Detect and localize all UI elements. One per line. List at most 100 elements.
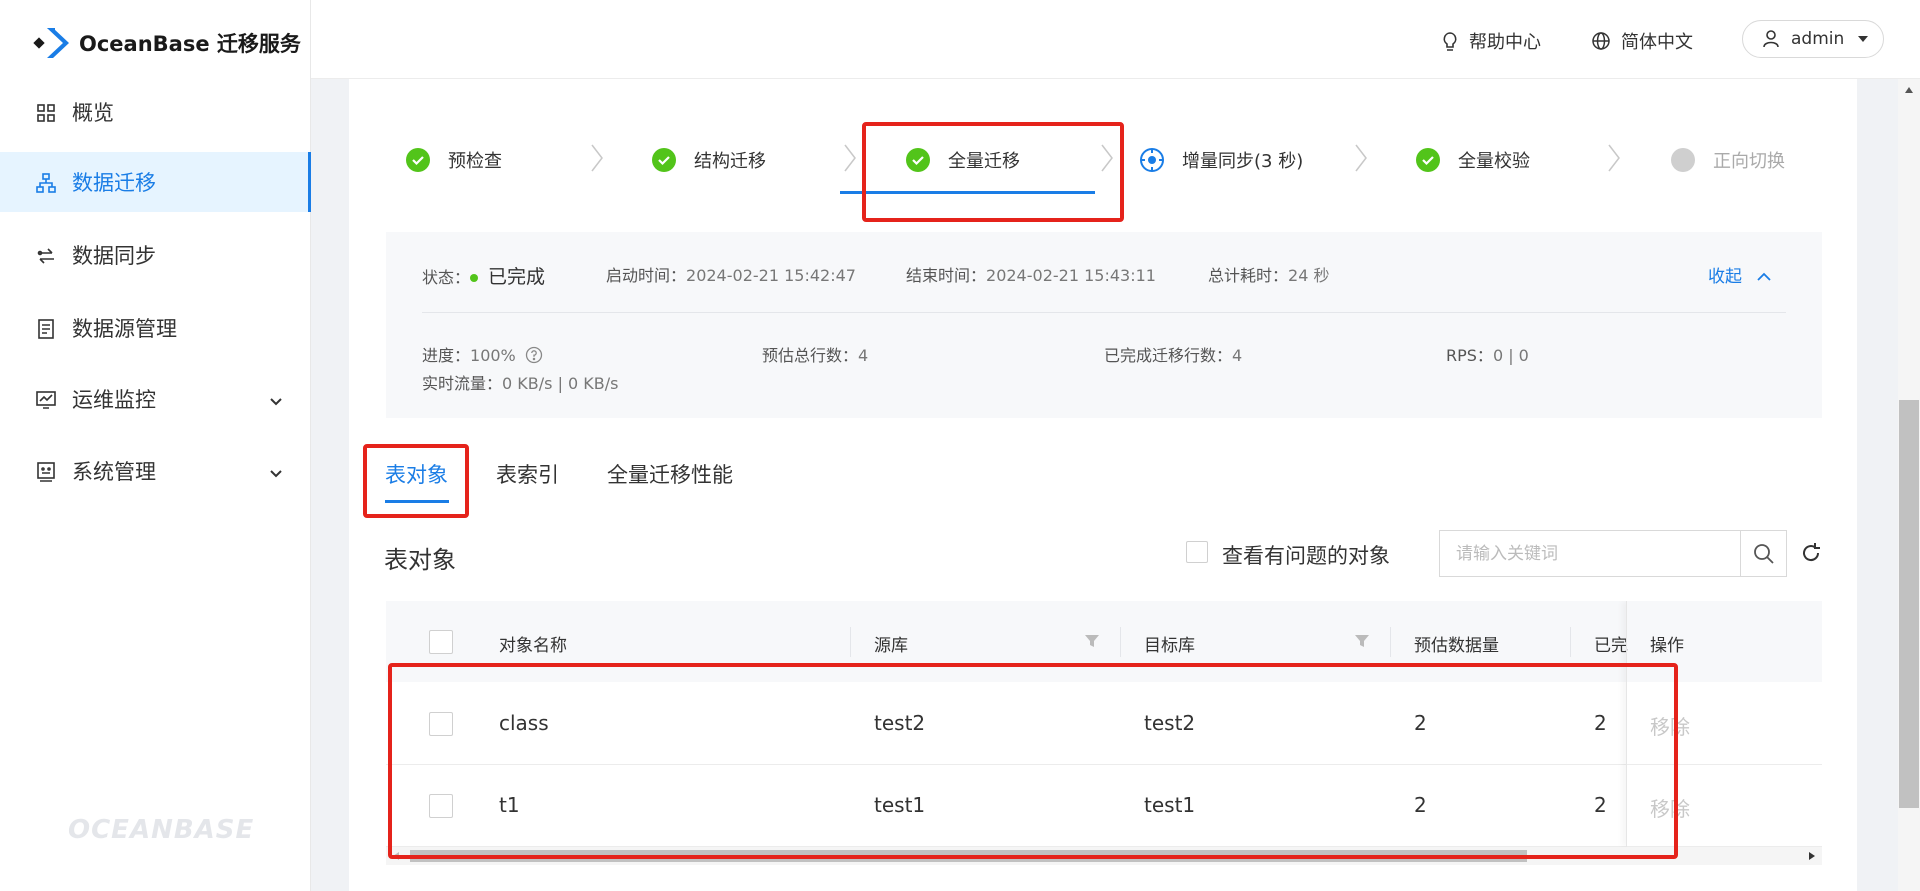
progress-value: 100% <box>470 346 516 365</box>
table-row[interactable]: class test2 test2 2 2 移除 <box>386 683 1822 765</box>
step-precheck[interactable]: 预检查 <box>406 148 502 172</box>
user-name: admin <box>1791 29 1845 49</box>
database-icon <box>36 319 56 339</box>
chevron-down-icon[interactable] <box>268 463 284 479</box>
column-divider <box>1570 627 1571 657</box>
help-circle-icon[interactable] <box>525 346 543 364</box>
column-header-source[interactable]: 源库 <box>874 631 908 656</box>
scroll-up-icon[interactable] <box>1905 87 1913 93</box>
cell-estimated: 2 <box>1414 711 1427 735</box>
panel-divider <box>422 312 1786 313</box>
rps-value: 0 | 0 <box>1492 346 1529 365</box>
step-arrow-icon <box>1355 144 1367 172</box>
filter-icon[interactable] <box>1354 633 1370 649</box>
end-time-field: 结束时间：2024-02-21 15:43:11 <box>906 266 1156 285</box>
rps-field: RPS：0 | 0 <box>1446 346 1529 365</box>
step-label: 全量校验 <box>1458 151 1530 172</box>
tab-active-underline <box>385 500 449 503</box>
search-input[interactable] <box>1439 530 1740 577</box>
step-arrow-icon <box>1101 144 1113 172</box>
issue-objects-label[interactable]: 查看有问题的对象 <box>1222 540 1390 570</box>
step-full-migration[interactable]: 全量迁移 <box>906 148 1020 172</box>
cell-target: test2 <box>1144 711 1196 735</box>
lightbulb-icon <box>1443 32 1457 51</box>
search-icon <box>1753 543 1774 564</box>
app-brand: OceanBase 迁移服务 <box>79 32 301 56</box>
step-label: 增量同步(3 秒) <box>1182 151 1304 172</box>
search-button[interactable] <box>1740 530 1787 577</box>
completed-rows-value: 4 <box>1232 346 1243 365</box>
start-time-field: 启动时间：2024-02-21 15:42:47 <box>606 266 856 285</box>
vertical-scrollbar-thumb[interactable] <box>1899 400 1919 808</box>
cell-source: test1 <box>874 793 926 817</box>
scroll-right-icon[interactable] <box>1808 852 1816 860</box>
check-circle-icon <box>652 148 676 172</box>
cell-target: test1 <box>1144 793 1196 817</box>
status-panel: 状态： 已完成 启动时间：2024-02-21 15:42:47 结束时间：202… <box>386 232 1822 418</box>
step-switchover[interactable]: 正向切换 <box>1671 148 1785 172</box>
horizontal-scrollbar[interactable] <box>386 847 1822 865</box>
tab-table-objects[interactable]: 表对象 <box>385 459 448 489</box>
table-header: 对象名称 源库 目标库 预估数据量 已完 操作 <box>386 601 1822 682</box>
sidebar-item-label: 数据源管理 <box>72 317 177 341</box>
horizontal-scrollbar-thumb[interactable] <box>410 850 1527 862</box>
oceanbase-logo-icon <box>33 24 73 62</box>
table-row[interactable]: t1 test1 test1 2 2 移除 <box>386 765 1822 847</box>
step-schema-migration[interactable]: 结构迁移 <box>652 148 766 172</box>
step-arrow-icon <box>844 144 856 172</box>
column-header-estimated[interactable]: 预估数据量 <box>1414 631 1499 656</box>
estimated-rows-field: 预估总行数：4 <box>762 346 869 365</box>
cell-source: test2 <box>874 711 926 735</box>
row-checkbox[interactable] <box>429 712 453 736</box>
scroll-left-icon[interactable] <box>392 852 400 860</box>
sidebar-item-system[interactable]: 系统管理 <box>0 441 311 501</box>
help-center-label: 帮助中心 <box>1469 32 1541 53</box>
language-switch[interactable]: 简体中文 <box>1591 28 1693 54</box>
sidebar-item-overview[interactable]: 概览 <box>0 82 311 142</box>
row-checkbox[interactable] <box>429 794 453 818</box>
sidebar-item-label: 数据同步 <box>72 244 156 268</box>
sidebar-item-data-sync[interactable]: 数据同步 <box>0 225 311 285</box>
check-circle-icon <box>1416 148 1440 172</box>
status-value: 已完成 <box>488 266 546 288</box>
duration-value: 24 秒 <box>1288 266 1330 285</box>
chevron-down-icon[interactable] <box>268 391 284 407</box>
select-all-checkbox[interactable] <box>429 630 453 654</box>
issue-objects-checkbox[interactable] <box>1186 541 1208 563</box>
filter-icon[interactable] <box>1084 633 1100 649</box>
check-circle-icon <box>406 148 430 172</box>
status-field: 状态： 已完成 <box>422 266 546 288</box>
tab-table-indexes[interactable]: 表索引 <box>496 459 559 489</box>
sticky-actions-column <box>1626 601 1822 847</box>
refresh-button[interactable] <box>1799 541 1823 565</box>
column-header-completed[interactable]: 已完 <box>1594 631 1628 656</box>
help-center-link[interactable]: 帮助中心 <box>1441 28 1541 54</box>
estimated-rows-value: 4 <box>858 346 869 365</box>
monitor-icon <box>36 390 56 410</box>
sidebar-item-monitoring[interactable]: 运维监控 <box>0 369 311 429</box>
step-arrow-icon <box>591 144 603 172</box>
sidebar-item-label: 系统管理 <box>72 460 156 484</box>
step-full-verification[interactable]: 全量校验 <box>1416 148 1530 172</box>
column-divider <box>1120 627 1121 657</box>
tab-full-migration-performance[interactable]: 全量迁移性能 <box>607 459 733 489</box>
cell-name: class <box>499 711 549 735</box>
collapse-button[interactable]: 收起 <box>1708 262 1772 287</box>
footer-logo: OCEANBASE <box>68 815 255 845</box>
sidebar-item-datasource[interactable]: 数据源管理 <box>0 298 311 358</box>
traffic-value: 0 KB/s | 0 KB/s <box>502 374 619 393</box>
system-icon <box>36 462 56 482</box>
column-header-target[interactable]: 目标库 <box>1144 631 1195 656</box>
duration-field: 总计耗时：24 秒 <box>1208 266 1330 285</box>
user-menu-button[interactable]: admin <box>1742 20 1884 58</box>
status-dot-icon <box>470 273 479 282</box>
step-label: 结构迁移 <box>694 151 766 172</box>
column-divider <box>1390 627 1391 657</box>
step-incremental-sync[interactable]: 增量同步(3 秒) <box>1140 148 1303 172</box>
sidebar-item-data-migration[interactable]: 数据迁移 <box>0 152 311 212</box>
column-header-name[interactable]: 对象名称 <box>499 631 567 656</box>
app-logo[interactable]: OceanBase 迁移服务 <box>33 24 301 62</box>
user-icon <box>1763 30 1779 48</box>
running-status-icon <box>1140 148 1164 172</box>
cell-estimated: 2 <box>1414 793 1427 817</box>
